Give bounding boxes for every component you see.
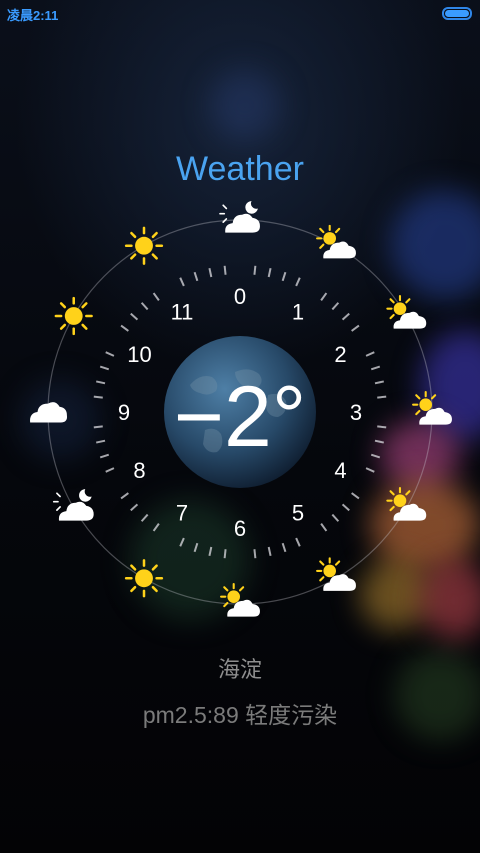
dial-tick <box>351 324 360 332</box>
temperature-label: −2° <box>174 369 306 465</box>
city-label: 海淀 <box>217 657 262 682</box>
dial-tick <box>152 523 160 532</box>
dial-tick <box>99 453 110 459</box>
hour-label: 0 <box>234 284 246 309</box>
dial-tick <box>331 513 340 522</box>
dial-tick <box>179 537 185 547</box>
dial-tick <box>130 312 139 321</box>
dial-tick <box>223 265 227 275</box>
dial-tick <box>253 265 257 275</box>
dial-tick <box>295 537 301 547</box>
dial-tick <box>365 467 375 473</box>
dial-tick <box>105 467 115 473</box>
dial-tick <box>320 523 328 532</box>
hour-label: 2 <box>334 342 346 367</box>
cloudy-night-icon <box>52 488 95 522</box>
dial-tick <box>267 268 272 278</box>
dial-tick <box>341 312 350 321</box>
dial-tick <box>370 453 381 459</box>
dial-tick <box>96 439 106 444</box>
air-quality-label: pm2.5:89 轻度污染 <box>142 702 338 728</box>
dial-tick <box>341 503 350 512</box>
hour-label: 4 <box>334 458 346 483</box>
dial-tick <box>208 546 213 556</box>
dial-tick <box>253 549 257 559</box>
partly-cloudy-icon <box>220 583 261 618</box>
dial-tick <box>320 292 328 301</box>
partly-cloudy-icon <box>386 487 428 522</box>
dial-tick <box>370 365 381 371</box>
hour-label: 11 <box>171 300 194 325</box>
dial-tick <box>281 542 287 553</box>
sun-icon <box>124 226 164 265</box>
dial-tick <box>208 268 213 278</box>
dial-tick <box>105 351 115 357</box>
dial-tick <box>130 503 139 512</box>
hour-label: 9 <box>118 400 130 425</box>
dial-tick <box>179 277 185 287</box>
dial-tick <box>223 549 227 559</box>
hour-label: 10 <box>127 342 151 367</box>
dial-tick <box>351 492 360 500</box>
dial-tick <box>140 302 149 311</box>
partly-cloudy-icon <box>386 295 428 330</box>
hour-label: 5 <box>292 500 304 525</box>
dial-tick <box>120 492 129 500</box>
dial-tick <box>295 277 301 287</box>
dial-tick <box>377 425 387 429</box>
dial-tick <box>193 542 199 553</box>
partly-cloudy-icon <box>316 557 357 592</box>
cloud-icon <box>30 402 68 423</box>
dial-tick <box>331 302 340 311</box>
sun-icon <box>54 296 93 336</box>
dial-tick <box>374 380 384 385</box>
dial-tick <box>365 351 375 357</box>
dial-tick <box>193 271 199 282</box>
hour-label: 8 <box>133 458 145 483</box>
hour-label: 1 <box>292 300 304 325</box>
hour-label: 3 <box>350 400 362 425</box>
dial-tick <box>377 395 387 399</box>
dial-tick <box>281 271 287 282</box>
dial-tick <box>120 324 129 332</box>
dial-tick <box>267 546 272 556</box>
dial-tick <box>99 365 110 371</box>
dial-tick <box>96 380 106 385</box>
sun-icon <box>124 559 164 598</box>
dial-tick <box>93 425 103 429</box>
dial-tick <box>374 439 384 444</box>
hour-label: 7 <box>176 500 188 525</box>
dial-tick <box>140 513 149 522</box>
dial-tick <box>152 292 160 301</box>
hour-label: 6 <box>234 516 246 541</box>
cloudy-night-icon <box>219 200 261 234</box>
partly-cloudy-icon <box>316 224 357 260</box>
dial-tick <box>93 395 103 399</box>
